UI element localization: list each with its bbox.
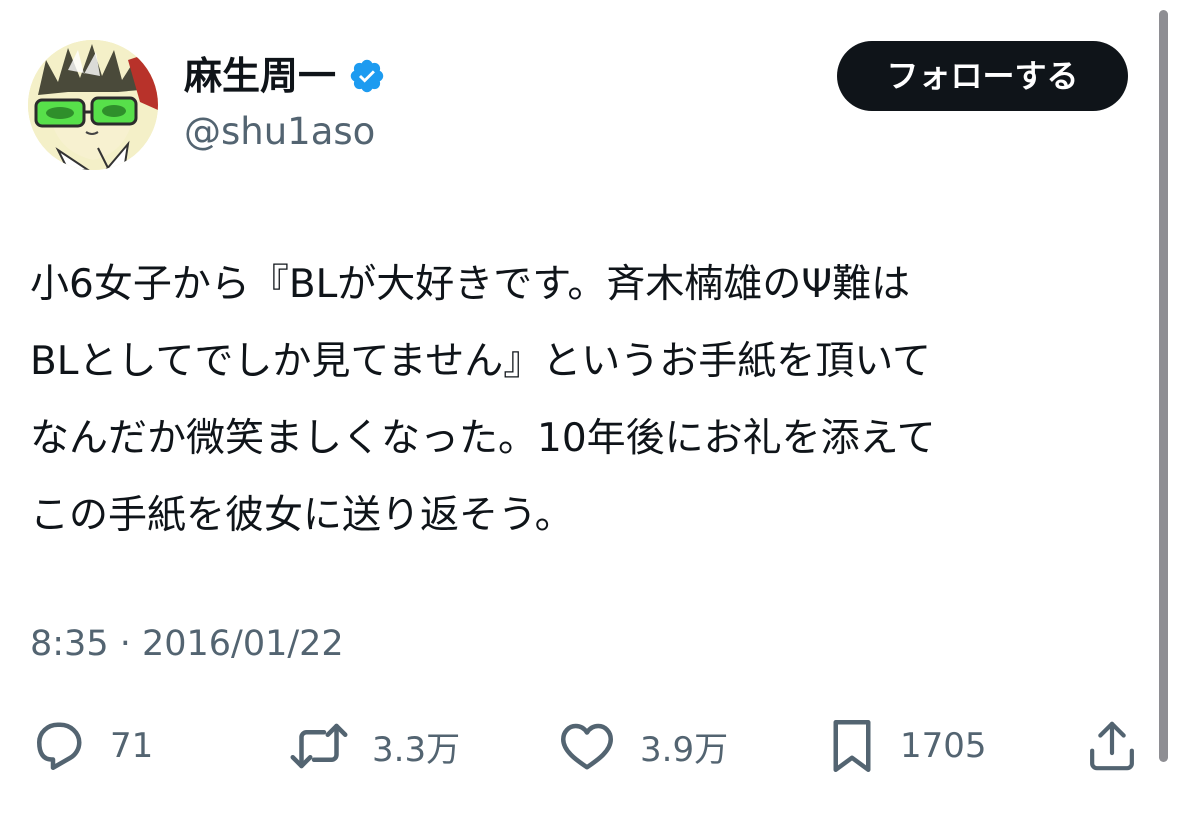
retweet-button[interactable]: 3.3万 xyxy=(288,716,460,776)
avatar-image xyxy=(28,40,158,170)
bookmark-button[interactable]: 1705 xyxy=(826,716,987,776)
tweet-text: 小6女子から『BLが大好きです。斉木楠雄のΨ難は BLとしてでしか見てません』と… xyxy=(30,246,1140,554)
verified-badge-icon xyxy=(350,59,384,93)
tweet-text-line: なんだか微笑ましくなった。10年後にお礼を添えて xyxy=(30,416,936,461)
tweet-timestamp[interactable]: 8:35 · 2016/01/22 xyxy=(30,620,344,668)
share-icon xyxy=(1090,721,1134,771)
display-name[interactable]: 麻生周一 xyxy=(184,52,336,100)
user-handle[interactable]: @shu1aso xyxy=(184,108,375,156)
avatar[interactable] xyxy=(28,40,158,170)
bookmark-count: 1705 xyxy=(900,726,987,766)
share-button[interactable] xyxy=(1084,716,1140,776)
retweet-count: 3.3万 xyxy=(372,729,461,770)
tweet-text-line: BLとしてでしか見てません』というお手紙を頂いて xyxy=(30,339,932,384)
reply-count: 71 xyxy=(110,726,154,766)
like-icon xyxy=(561,723,613,770)
reply-icon xyxy=(37,722,82,770)
like-count: 3.9万 xyxy=(640,729,729,770)
like-button[interactable]: 3.9万 xyxy=(556,716,728,776)
retweet-icon xyxy=(290,723,348,769)
tweet-page: 麻生周一 @shu1aso フォローする 小6女子から『BLが大好きです。斉木楠… xyxy=(0,0,1179,832)
reply-button[interactable]: 71 xyxy=(28,716,153,776)
bookmark-icon xyxy=(833,720,871,772)
follow-button[interactable]: フォローする xyxy=(837,41,1128,111)
tweet-text-line: 小6女子から『BLが大好きです。斉木楠雄のΨ難は xyxy=(30,262,911,307)
display-name-row[interactable]: 麻生周一 xyxy=(184,52,386,100)
scrollbar[interactable] xyxy=(1159,10,1168,762)
tweet-text-line: この手紙を彼女に送り返そう。 xyxy=(30,493,574,538)
